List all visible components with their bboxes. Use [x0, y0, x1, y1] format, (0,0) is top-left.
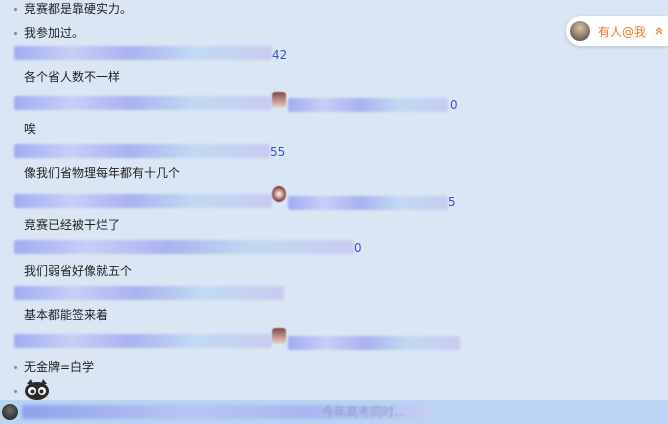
redacted-sender-info — [14, 286, 284, 300]
redacted-sender-info — [14, 334, 272, 348]
redacted-sender-info — [14, 46, 272, 60]
redacted-sender-info — [14, 194, 272, 208]
redacted-number: 0 — [450, 98, 458, 112]
redacted-avatar — [272, 92, 286, 108]
chat-feed: 竞赛都是靠硬实力。 我参加过。 42 各个省人数不一样 0 唉 55 像我们省物… — [0, 0, 668, 424]
redacted-avatar — [272, 328, 286, 344]
mention-notification[interactable]: 有人@我 — [566, 16, 668, 46]
message-text: 竞赛已经被干烂了 — [24, 218, 121, 232]
mention-label: 有人@我 — [598, 24, 647, 39]
message-bullet — [14, 32, 17, 35]
redacted-sender-info — [288, 98, 448, 112]
message-bullet — [14, 8, 17, 11]
avatar — [2, 404, 18, 420]
redacted-sender-info — [14, 96, 272, 110]
redacted-sender-info — [14, 240, 354, 254]
redacted-avatar — [272, 186, 286, 202]
message-text: 我们弱省好像就五个 — [24, 264, 133, 278]
message-text: 像我们省物理每年都有十几个 — [24, 166, 181, 180]
message-text: 基本都能签来着 — [24, 308, 109, 322]
redacted-sender-info — [288, 336, 460, 350]
redacted-number: 5 — [448, 195, 456, 209]
message-bullet — [14, 366, 17, 369]
preview-text: 今年高考同时... — [322, 405, 406, 419]
message-text: 各个省人数不一样 — [24, 70, 121, 84]
message-text: 无金牌=白学 — [24, 360, 95, 374]
chevron-up-icon — [655, 27, 663, 35]
message-text: 我参加过。 — [24, 26, 85, 40]
avatar — [570, 21, 590, 41]
redacted-sender-info — [288, 196, 448, 210]
redacted-number: 0 — [354, 241, 362, 255]
redacted-sender-info — [14, 144, 270, 158]
redacted-number: 55 — [270, 145, 286, 159]
message-text: 唉 — [24, 122, 37, 136]
cartoon-face-sticker-icon — [25, 379, 49, 400]
message-text: 竞赛都是靠硬实力。 — [24, 2, 133, 16]
message-bullet — [14, 390, 17, 393]
redacted-number: 42 — [272, 48, 288, 62]
